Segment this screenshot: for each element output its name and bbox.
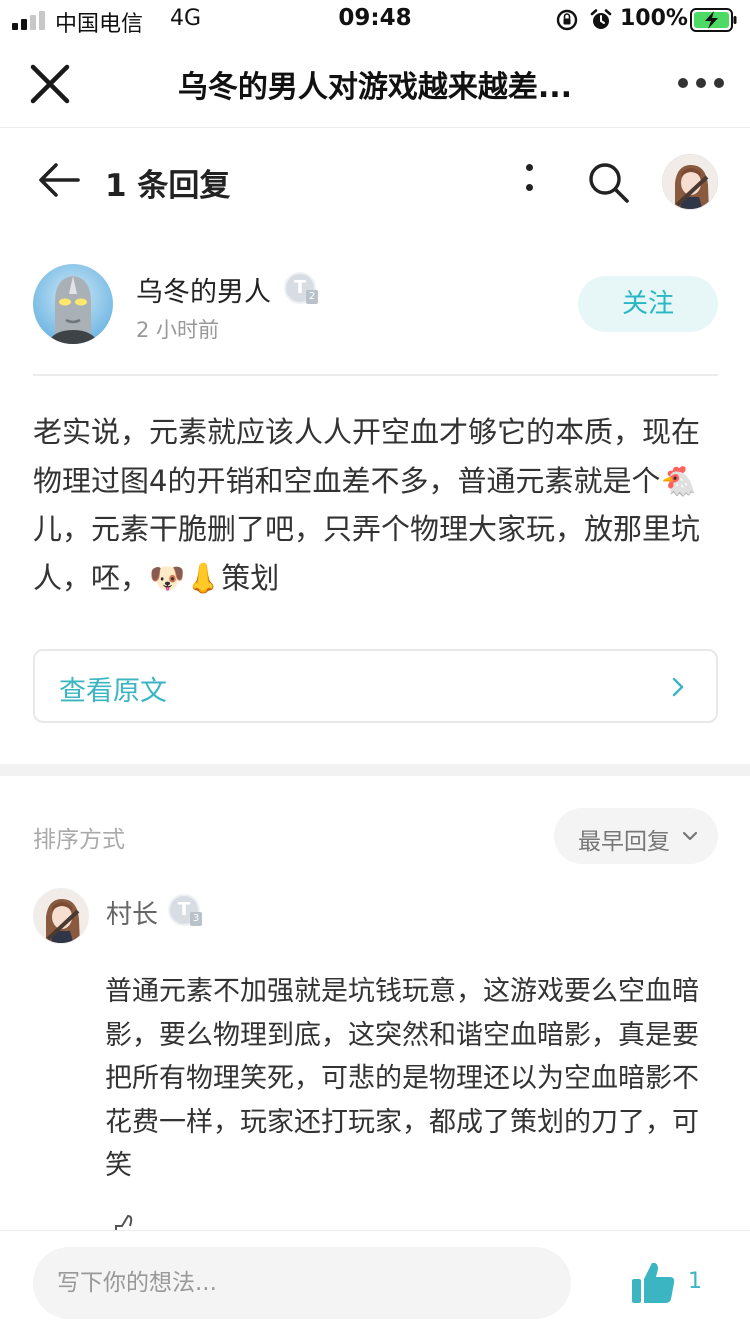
anime-girl-avatar-icon — [34, 889, 88, 943]
page-title: 乌冬的男人对游戏越来越差... — [177, 70, 573, 105]
arrow-left-icon[interactable] — [36, 160, 82, 200]
reply-author-avatar[interactable] — [33, 888, 89, 944]
anime-girl-avatar-icon — [663, 155, 717, 209]
battery-percentage: 100% — [620, 6, 688, 31]
sort-dropdown[interactable]: 最早回复 — [554, 808, 718, 864]
reply-header: 1 条回复 — [0, 130, 750, 230]
sort-selected-value: 最早回复 — [578, 829, 670, 855]
author-avatar[interactable] — [33, 264, 113, 344]
like-count: 1 — [688, 1269, 702, 1294]
title-bar: 乌冬的男人对游戏越来越差... — [0, 40, 750, 128]
follow-button[interactable]: 关注 — [578, 276, 718, 332]
chevron-right-icon — [672, 677, 684, 697]
level-badge-icon: T2 — [284, 272, 318, 304]
reply-body: 普通元素不加强就是坑钱玩意，这游戏要么空血暗影，要么物理到底，这突然和谐空血暗影… — [105, 976, 699, 1181]
alarm-icon — [590, 9, 612, 29]
bottom-bar: 1 — [0, 1230, 750, 1334]
search-icon[interactable] — [586, 160, 630, 204]
view-original-label: 查看原文 — [59, 676, 167, 707]
more-horizontal-icon[interactable] — [676, 72, 726, 92]
close-icon[interactable] — [28, 62, 72, 106]
user-avatar[interactable] — [662, 154, 718, 210]
post-body: 老实说，元素就应该人人开空血才够它的本质，现在物理过图4的开销和空血差不多，普通… — [33, 415, 701, 595]
author-name[interactable]: 乌冬的男人 — [136, 270, 271, 309]
post-timestamp: 2 小时前 — [136, 318, 220, 342]
reply-author-name[interactable]: 村长 — [106, 894, 158, 931]
section-separator — [0, 764, 750, 776]
post-author-row: 乌冬的男人 T2 2 小时前 关注 — [0, 250, 750, 360]
level-badge-icon: T3 — [168, 894, 202, 926]
divider — [33, 374, 718, 376]
status-bar: 中国电信 4G 09:48 100% — [0, 0, 750, 40]
chevron-down-icon — [682, 831, 698, 841]
more-vertical-icon[interactable] — [520, 164, 540, 198]
sort-label: 排序方式 — [33, 827, 125, 853]
robot-hero-avatar-icon — [33, 264, 113, 344]
comment-input[interactable] — [33, 1247, 571, 1319]
battery-charging-icon — [690, 8, 737, 32]
thumbs-up-icon[interactable] — [630, 1259, 676, 1305]
view-original-button[interactable]: 查看原文 — [33, 649, 718, 723]
orientation-lock-icon — [556, 9, 578, 31]
reply-count: 1 条回复 — [105, 168, 231, 204]
